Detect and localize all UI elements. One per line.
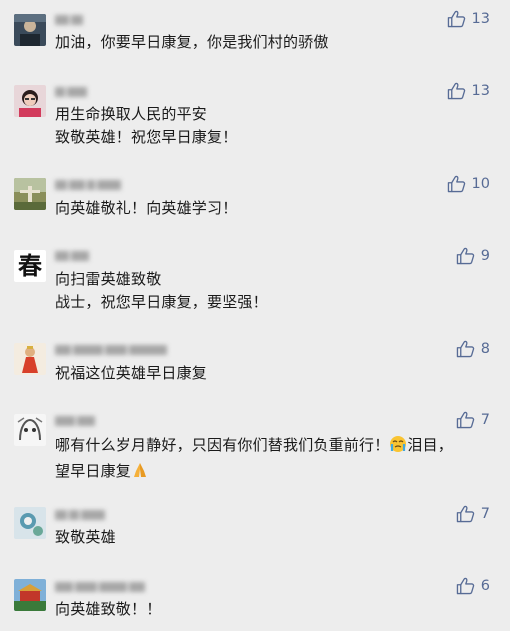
thumbs-up-icon <box>456 247 475 265</box>
like-count: 13 <box>471 11 490 27</box>
avatar[interactable] <box>14 14 46 46</box>
avatar[interactable] <box>14 507 46 539</box>
avatar[interactable] <box>14 85 46 117</box>
like-button[interactable]: 8 <box>456 340 490 358</box>
like-button[interactable]: 9 <box>456 247 490 265</box>
comment-text: 哪有什么岁月静好，只因有你们替我们负重前行！ 泪目， 望早日康复 <box>55 434 453 486</box>
avatar[interactable] <box>14 343 46 375</box>
like-button[interactable]: 7 <box>456 505 490 523</box>
like-count: 7 <box>480 412 490 428</box>
username-blurred <box>55 175 123 190</box>
comment-text: 向英雄敬礼！向英雄学习！ <box>55 199 238 217</box>
thumbs-up-icon <box>447 175 466 193</box>
username-blurred <box>55 340 169 355</box>
like-count: 6 <box>480 578 490 594</box>
comment-text: 用生命换取人民的平安 致敬英雄！祝您早日康复！ <box>55 105 238 146</box>
avatar[interactable] <box>14 414 46 446</box>
thumbs-up-icon <box>456 577 475 595</box>
like-button[interactable]: 7 <box>456 411 490 429</box>
like-button[interactable]: 13 <box>447 10 490 28</box>
like-count: 8 <box>480 341 490 357</box>
thumbs-up-icon <box>447 10 466 28</box>
username-blurred <box>55 577 147 592</box>
thumbs-up-icon <box>447 82 466 100</box>
comment-text: 祝福这位英雄早日康复 <box>55 364 208 382</box>
username-blurred <box>55 505 107 520</box>
avatar[interactable] <box>14 178 46 210</box>
like-count: 10 <box>471 176 490 192</box>
username-blurred <box>55 10 85 25</box>
comment-text: 向英雄致敬！！ <box>55 600 162 618</box>
like-count: 13 <box>471 83 490 99</box>
username-blurred <box>55 246 91 261</box>
avatar[interactable]: 春 <box>14 250 46 282</box>
avatar[interactable] <box>14 579 46 611</box>
like-button[interactable]: 6 <box>456 577 490 595</box>
comment-text: 加油，你要早日康复，你是我们村的骄傲 <box>55 33 329 51</box>
avatar-calligraphy: 春 <box>18 251 42 280</box>
praying-hands-emoji <box>131 461 149 486</box>
crying-face-emoji <box>389 435 407 460</box>
like-button[interactable]: 13 <box>447 82 490 100</box>
like-button[interactable]: 10 <box>447 175 490 193</box>
like-count: 9 <box>480 248 490 264</box>
comment-text: 向扫雷英雄致敬 战士，祝您早日康复，要坚强！ <box>55 270 268 311</box>
username-blurred <box>55 82 89 97</box>
thumbs-up-icon <box>456 505 475 523</box>
username-blurred <box>55 411 97 426</box>
like-count: 7 <box>480 506 490 522</box>
thumbs-up-icon <box>456 340 475 358</box>
comment-text: 致敬英雄 <box>55 528 116 546</box>
thumbs-up-icon <box>456 411 475 429</box>
